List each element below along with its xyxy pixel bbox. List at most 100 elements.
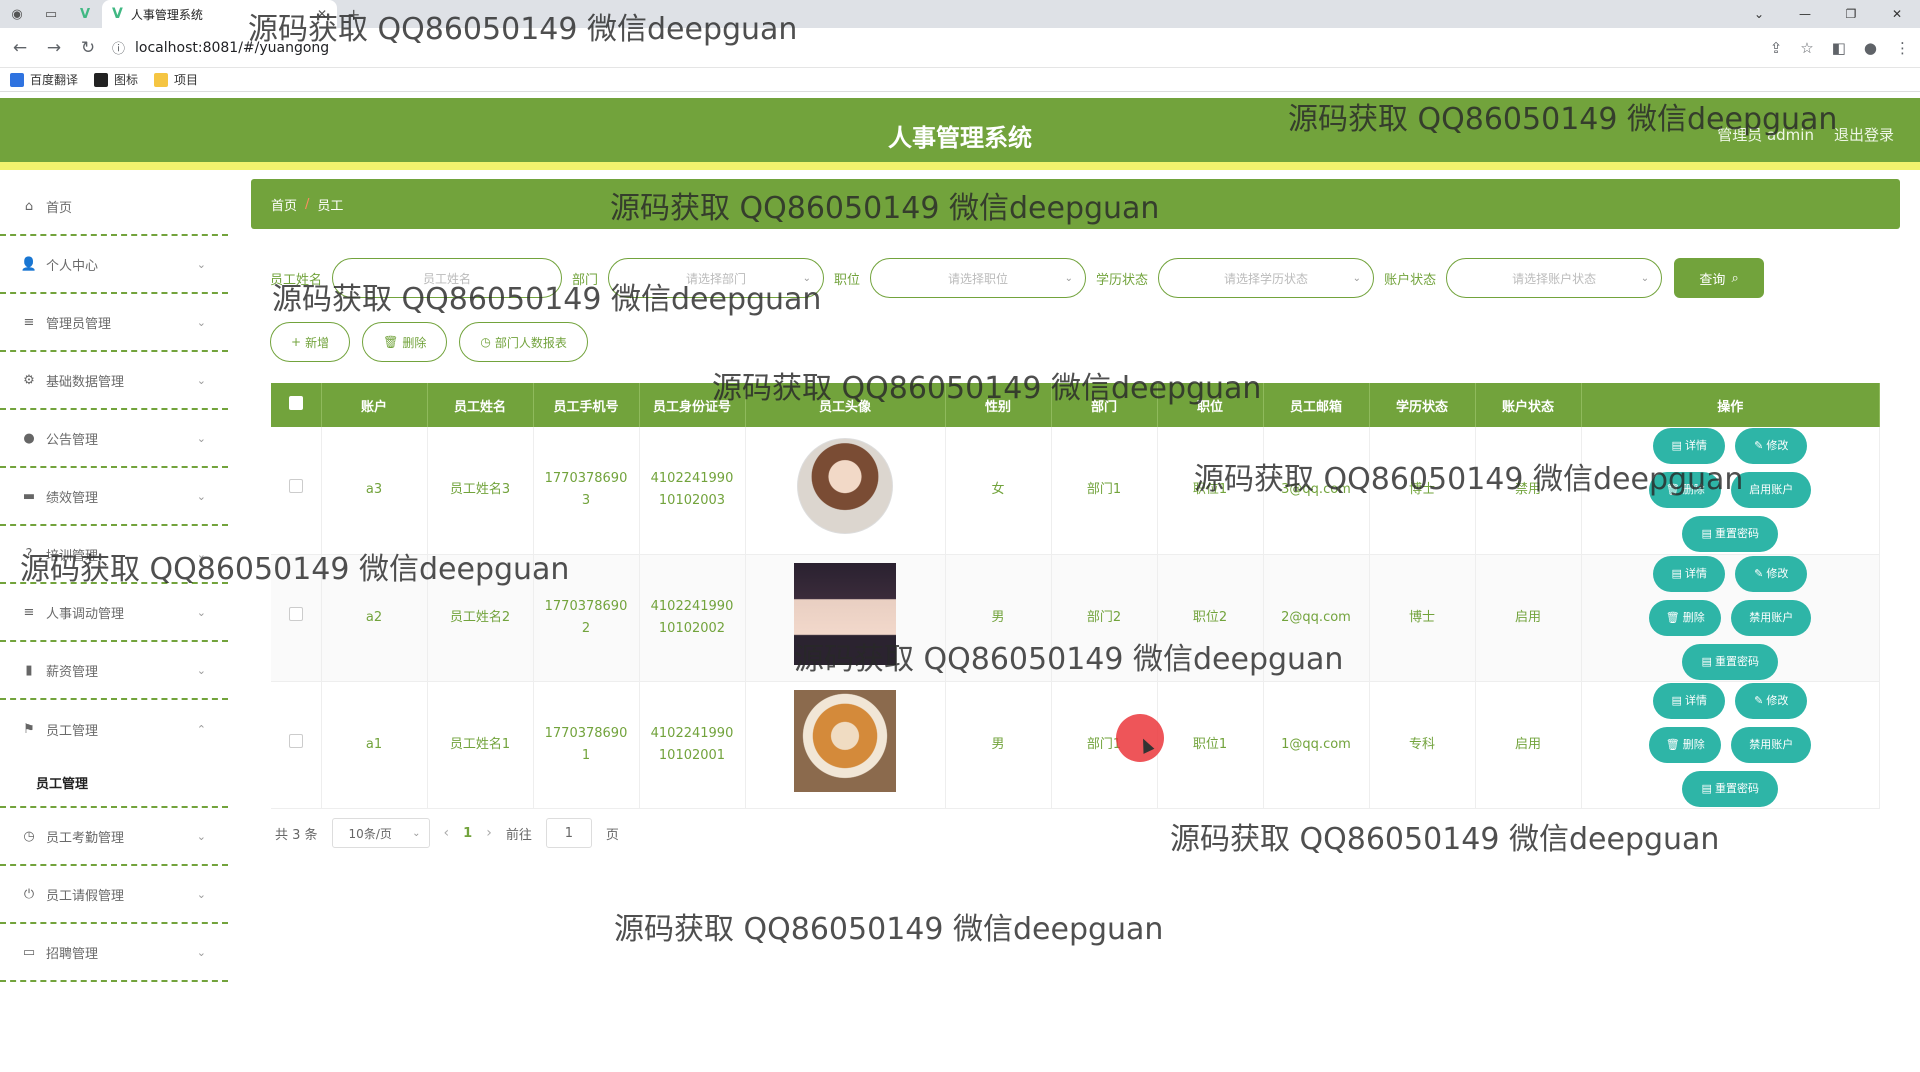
url-field[interactable]: ⓘ localhost:8081/#/yuangong [112, 38, 1756, 58]
breadcrumb-home[interactable]: 首页 [271, 195, 297, 214]
document-icon: ▤ [1701, 654, 1712, 668]
add-button[interactable]: + 新增 [270, 322, 351, 362]
reset-password-button[interactable]: ▤ 重置密码 [1682, 516, 1779, 553]
sidebar-item-admins[interactable]: ≡ 管理员管理 ⌄ [0, 294, 228, 352]
sidebar-item-attendance[interactable]: ◷ 员工考勤管理 ⌄ [0, 808, 228, 866]
cell-idcard: 4102241990 10102001 [639, 681, 746, 809]
query-button[interactable]: 查询 ⌕ [1674, 258, 1765, 298]
batch-delete-button[interactable]: 🗑 删除 [362, 322, 448, 362]
name-filter-label: 员工姓名 [270, 272, 323, 288]
delete-button[interactable]: 🗑 删除 [1649, 599, 1722, 636]
sidebar-item-salary[interactable]: ▮ 薪资管理 ⌄ [0, 642, 228, 700]
menu-icon[interactable]: ⋮ [1895, 39, 1910, 57]
next-page-icon[interactable]: › [486, 825, 492, 841]
edu-select[interactable]: 请选择学历状态 ⌄ [1158, 258, 1375, 298]
settings-icon: ⚙ [23, 372, 35, 388]
cell-account: a3 [321, 427, 428, 555]
sidebar-item-home[interactable]: ⌂ 首页 [0, 178, 228, 236]
row-checkbox[interactable] [288, 479, 303, 494]
github-icon[interactable]: ◉ [0, 0, 34, 28]
sidebar-item-training[interactable]: ? 培训管理 ⌄ [0, 526, 228, 584]
active-tab[interactable]: V 人事管理系统 ✕ [102, 0, 337, 28]
profile-icon[interactable]: ● [1864, 39, 1877, 57]
chevron-down-icon: ⌄ [196, 315, 206, 329]
page-size-select[interactable]: 10条/页 ⌄ [331, 818, 430, 848]
sidebar-item-base-data[interactable]: ⚙ 基础数据管理 ⌄ [0, 352, 228, 410]
position-select[interactable]: 请选择职位 ⌄ [870, 258, 1087, 298]
sidebar-subitem-employee[interactable]: 员工管理 [0, 758, 228, 808]
trash-icon: 🗑 [383, 335, 399, 349]
sidebar-item-notice[interactable]: ● 公告管理 ⌄ [0, 410, 228, 468]
detail-button[interactable]: ▤ 详情 [1653, 428, 1726, 465]
trash-icon: 🗑 [1665, 483, 1680, 497]
url-text: localhost:8081/#/yuangong [135, 39, 330, 56]
close-window-icon[interactable]: ✕ [1874, 0, 1920, 28]
avatar[interactable] [794, 562, 896, 665]
account-filter-label: 账户状态 [1384, 272, 1437, 288]
reload-icon[interactable]: ↻ [78, 38, 98, 58]
toggle-account-button[interactable]: 禁用账户 [1731, 726, 1812, 763]
detail-button[interactable]: ▤ 详情 [1653, 682, 1726, 719]
select-all-checkbox[interactable] [288, 396, 303, 410]
reset-password-button[interactable]: ▤ 重置密码 [1682, 770, 1779, 807]
page-number[interactable]: 1 [463, 826, 472, 841]
search-icon: ⌕ [1731, 270, 1739, 286]
chevron-down-icon: ⌄ [196, 605, 206, 619]
restore-icon[interactable]: ❐ [1828, 0, 1874, 28]
star-icon[interactable]: ☆ [1800, 39, 1813, 57]
avatar[interactable] [794, 689, 896, 792]
sidebar-item-recruit[interactable]: ▭ 招聘管理 ⌄ [0, 924, 228, 982]
row-checkbox[interactable] [288, 733, 303, 748]
bookmark-fanyi[interactable]: 百度翻译 [10, 71, 78, 88]
prev-page-icon[interactable]: ‹ [444, 825, 450, 841]
edit-button[interactable]: ✎ 修改 [1735, 555, 1808, 592]
cell-name: 员工姓名3 [427, 427, 534, 555]
cell-account: a1 [321, 681, 428, 809]
dept-report-button[interactable]: ◷ 部门人数报表 [459, 322, 588, 362]
tab-search-icon[interactable]: ⌄ [1736, 0, 1782, 28]
account-select[interactable]: 请选择账户状态 ⌄ [1446, 258, 1663, 298]
forward-icon[interactable]: → [44, 38, 64, 58]
row-checkbox[interactable] [288, 606, 303, 621]
minimize-icon[interactable]: — [1782, 0, 1828, 28]
bookmark-icons[interactable]: 图标 [94, 71, 138, 88]
dept-select[interactable]: 请选择部门 ⌄ [608, 258, 825, 298]
chevron-down-icon: ⌄ [196, 257, 206, 271]
edit-button[interactable]: ✎ 修改 [1735, 428, 1808, 465]
close-tab-icon[interactable]: ✕ [317, 7, 327, 21]
detail-button[interactable]: ▤ 详情 [1653, 555, 1726, 592]
edit-button[interactable]: ✎ 修改 [1735, 682, 1808, 719]
name-filter-input[interactable]: 员工姓名 [332, 258, 563, 298]
cell-phone: 1770378690 2 [533, 554, 640, 682]
vue-tab-icon[interactable]: V [68, 0, 102, 28]
table-header-row: 账户 员工姓名 员工手机号 员工身份证号 员工头像 性别 部门 职位 员工邮箱 … [271, 383, 1880, 427]
share-icon[interactable]: ⇪ [1770, 39, 1783, 57]
row-select-cell [271, 554, 322, 682]
info-icon[interactable]: ⓘ [112, 38, 125, 57]
sidebar-item-transfer[interactable]: ≡ 人事调动管理 ⌄ [0, 584, 228, 642]
trash-icon: 🗑 [1665, 610, 1680, 624]
cell-name: 员工姓名2 [427, 554, 534, 682]
bookmark-project[interactable]: 项目 [154, 71, 198, 88]
blank-tab-icon[interactable]: ▭ [34, 0, 68, 28]
chevron-down-icon: ⌄ [412, 827, 421, 839]
cell-dept: 部门2 [1051, 554, 1158, 682]
logout-button[interactable]: 退出登录 [1834, 124, 1894, 145]
toggle-account-button[interactable]: 禁用账户 [1731, 599, 1812, 636]
sidebar-item-employee[interactable]: ⚑ 员工管理 ⌃ [0, 700, 228, 758]
sidepanel-icon[interactable]: ◧ [1832, 39, 1846, 57]
reset-password-button[interactable]: ▤ 重置密码 [1682, 643, 1779, 680]
goto-page-input[interactable]: 1 [545, 818, 592, 848]
chevron-down-icon: ⌄ [196, 547, 206, 561]
back-icon[interactable]: ← [10, 38, 30, 58]
sidebar-item-performance[interactable]: ▬ 绩效管理 ⌄ [0, 468, 228, 526]
delete-button[interactable]: 🗑 删除 [1649, 726, 1722, 763]
delete-button[interactable]: 🗑 删除 [1649, 472, 1722, 509]
sidebar-item-leave[interactable]: ⏻ 员工请假管理 ⌄ [0, 866, 228, 924]
col-gender: 性别 [945, 383, 1052, 427]
toggle-account-button[interactable]: 启用账户 [1731, 472, 1812, 509]
avatar[interactable] [797, 438, 893, 535]
new-tab-icon[interactable]: + [347, 5, 360, 24]
dept-filter-label: 部门 [572, 272, 599, 288]
sidebar-item-profile[interactable]: 👤 个人中心 ⌄ [0, 236, 228, 294]
